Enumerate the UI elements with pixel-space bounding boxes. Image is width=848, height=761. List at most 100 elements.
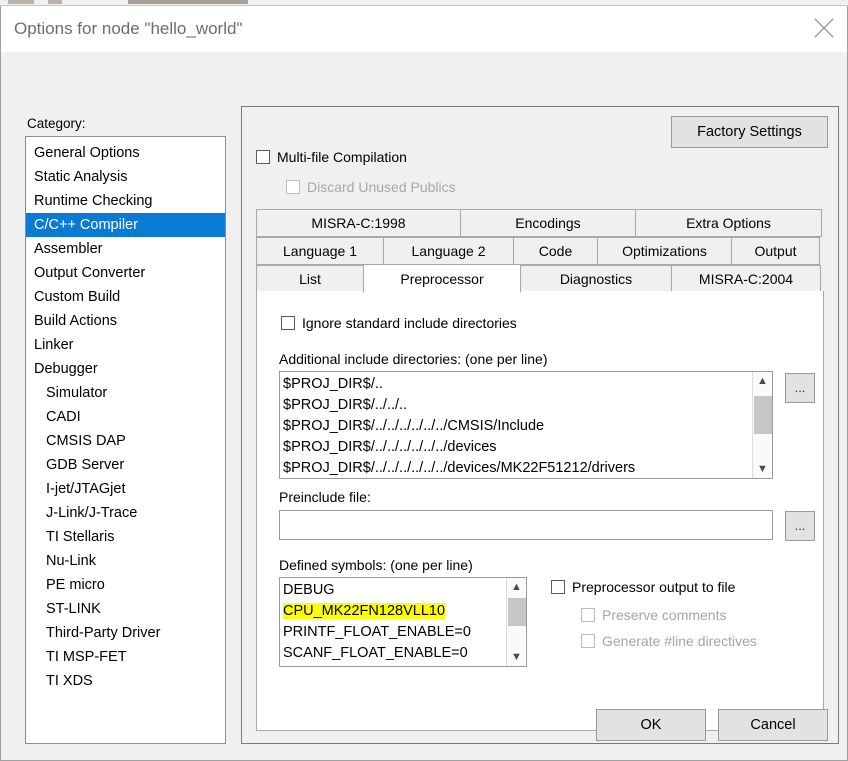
category-item-cmsis-dap[interactable]: CMSIS DAP <box>26 429 225 453</box>
ignore-standard-include-directories-checkbox[interactable]: Ignore standard include directories <box>281 315 517 331</box>
category-item-ti-msp-fet[interactable]: TI MSP-FET <box>26 645 225 669</box>
options-dialog: Options for node "hello_world" Category:… <box>0 6 848 761</box>
category-item-output-converter[interactable]: Output Converter <box>26 261 225 285</box>
tab-diagnostics[interactable]: Diagnostics <box>520 265 672 293</box>
category-item-ti-stellaris[interactable]: TI Stellaris <box>26 525 225 549</box>
preinclude-file-label: Preinclude file: <box>279 489 371 505</box>
checkbox-box <box>581 634 595 648</box>
checkbox-box <box>581 608 595 622</box>
background-artifact <box>8 0 34 4</box>
category-item-gdb-server[interactable]: GDB Server <box>26 453 225 477</box>
tab-code[interactable]: Code <box>513 237 598 265</box>
tab-optimizations[interactable]: Optimizations <box>597 237 732 265</box>
preinclude-file-input[interactable] <box>279 510 773 540</box>
category-item-j-link-j-trace[interactable]: J-Link/J-Trace <box>26 501 225 525</box>
scroll-down-icon[interactable]: ▼ <box>507 648 526 666</box>
tab-row-2: Language 1 Language 2 Code Optimizations Out… <box>256 237 824 265</box>
tab-language-2[interactable]: Language 2 <box>383 237 514 265</box>
tab-output[interactable]: Output <box>731 237 820 265</box>
dialog-title: Options for node "hello_world" <box>14 19 243 38</box>
category-item-third-party-driver[interactable]: Third-Party Driver <box>26 621 225 645</box>
include-directory-line[interactable]: $PROJ_DIR$/../../../../../../devices <box>283 437 752 458</box>
tab-misra-c-2004[interactable]: MISRA-C:2004 <box>671 265 821 293</box>
include-directories-lines: $PROJ_DIR$/.. $PROJ_DIR$/../../.. $PROJ_DI… <box>283 374 752 478</box>
category-item-cadi[interactable]: CADI <box>26 405 225 429</box>
discard-unused-publics-label: Discard Unused Publics <box>307 179 456 195</box>
multi-file-compilation-checkbox[interactable]: Multi-file Compilation <box>256 149 407 165</box>
defined-symbols-label: Defined symbols: (one per line) <box>279 557 473 573</box>
cancel-button[interactable]: Cancel <box>718 709 828 741</box>
browse-preinclude-file-button[interactable]: ... <box>785 511 815 541</box>
dialog-titlebar: Options for node "hello_world" <box>1 6 847 52</box>
defined-symbols-scrollbar[interactable]: ▲ ▼ <box>506 578 526 666</box>
category-item-custom-build[interactable]: Custom Build <box>26 285 225 309</box>
settings-panel: Factory Settings Multi-file Compilation … <box>241 106 839 744</box>
include-directories-label: Additional include directories: (one per… <box>279 351 548 367</box>
tab-strip: MISRA-C:1998 Encodings Extra Options Langu… <box>256 209 824 293</box>
scrollbar-thumb[interactable] <box>508 598 526 626</box>
tab-extra-options[interactable]: Extra Options <box>635 209 822 237</box>
include-scrollbar[interactable]: ▲ ▼ <box>752 372 772 478</box>
tab-preprocessor[interactable]: Preprocessor <box>363 264 521 293</box>
preserve-comments-label: Preserve comments <box>602 607 727 623</box>
tab-misra-c-1998[interactable]: MISRA-C:1998 <box>256 209 461 237</box>
preprocessor-output-to-file-label: Preprocessor output to file <box>572 579 736 595</box>
tab-row-1: MISRA-C:1998 Encodings Extra Options <box>256 209 824 237</box>
tab-language-1[interactable]: Language 1 <box>256 237 384 265</box>
category-item-general-options[interactable]: General Options <box>26 141 225 165</box>
defined-symbols-lines: DEBUG CPU_MK22FN128VLL10 PRINTF_FLOAT_ENAB… <box>283 580 506 664</box>
defined-symbols-list[interactable]: DEBUG CPU_MK22FN128VLL10 PRINTF_FLOAT_ENAB… <box>279 577 527 667</box>
include-directory-line[interactable]: $PROJ_DIR$/../../../../../../CMSIS/Inclu… <box>283 416 752 437</box>
checkbox-box <box>281 316 295 330</box>
generate-line-directives-label: Generate #line directives <box>602 633 757 649</box>
discard-unused-publics-checkbox: Discard Unused Publics <box>286 179 456 195</box>
factory-settings-button[interactable]: Factory Settings <box>671 116 828 148</box>
category-item-nu-link[interactable]: Nu-Link <box>26 549 225 573</box>
tab-encodings[interactable]: Encodings <box>460 209 636 237</box>
scrollbar-thumb[interactable] <box>754 396 772 434</box>
checkbox-box <box>551 580 565 594</box>
defined-symbol-line[interactable]: DEBUG <box>283 580 506 601</box>
preprocessor-tab-panel: Ignore standard include directories Addi… <box>256 291 824 731</box>
category-item-runtime-checking[interactable]: Runtime Checking <box>26 189 225 213</box>
defined-symbol-line[interactable]: CPU_MK22FN128VLL10 <box>283 601 506 622</box>
defined-symbol-line[interactable]: PRINTF_FLOAT_ENABLE=0 <box>283 622 506 643</box>
category-item-debugger[interactable]: Debugger <box>26 357 225 381</box>
category-item-static-analysis[interactable]: Static Analysis <box>26 165 225 189</box>
include-directories-list[interactable]: $PROJ_DIR$/.. $PROJ_DIR$/../../.. $PROJ_DI… <box>279 371 773 479</box>
category-item-i-jet-jtagjet[interactable]: I-jet/JTAGjet <box>26 477 225 501</box>
category-item-simulator[interactable]: Simulator <box>26 381 225 405</box>
ok-button[interactable]: OK <box>596 709 706 741</box>
defined-symbol-line[interactable]: SCANF_FLOAT_ENABLE=0 <box>283 643 506 664</box>
highlighted-symbol: CPU_MK22FN128VLL10 <box>283 603 446 619</box>
dialog-body: Category: General Options Static Analysis… <box>1 52 847 760</box>
category-item-assembler[interactable]: Assembler <box>26 237 225 261</box>
category-item-linker[interactable]: Linker <box>26 333 225 357</box>
preserve-comments-checkbox: Preserve comments <box>581 607 726 623</box>
preprocessor-output-to-file-checkbox[interactable]: Preprocessor output to file <box>551 579 735 595</box>
category-item-pe-micro[interactable]: PE micro <box>26 573 225 597</box>
scroll-up-icon[interactable]: ▲ <box>507 578 526 596</box>
ignore-standard-include-directories-label: Ignore standard include directories <box>302 315 517 331</box>
tab-list[interactable]: List <box>256 265 364 293</box>
category-label: Category: <box>27 116 86 131</box>
tab-row-3: List Preprocessor Diagnostics MISRA-C:2004 <box>256 264 824 293</box>
close-icon[interactable] <box>801 6 847 51</box>
scroll-up-icon[interactable]: ▲ <box>753 372 772 390</box>
close-icon-glyph <box>814 18 834 38</box>
include-directory-line[interactable]: $PROJ_DIR$/../../../../../../devices/MK2… <box>283 458 752 478</box>
include-directory-line[interactable]: $PROJ_DIR$/../../.. <box>283 395 752 416</box>
category-item-st-link[interactable]: ST-LINK <box>26 597 225 621</box>
checkbox-box <box>286 180 300 194</box>
background-artifact <box>128 0 248 4</box>
category-list[interactable]: General Options Static Analysis Runtime Ch… <box>25 136 226 744</box>
category-item-ti-xds[interactable]: TI XDS <box>26 669 225 693</box>
multi-file-compilation-label: Multi-file Compilation <box>277 149 407 165</box>
scroll-down-icon[interactable]: ▼ <box>753 460 772 478</box>
include-directory-line[interactable]: $PROJ_DIR$/.. <box>283 374 752 395</box>
category-item-build-actions[interactable]: Build Actions <box>26 309 225 333</box>
background-artifact <box>48 0 62 4</box>
browse-include-directories-button[interactable]: ... <box>785 373 815 403</box>
category-item-c-c-compiler[interactable]: C/C++ Compiler <box>26 213 225 237</box>
checkbox-box <box>256 150 270 164</box>
